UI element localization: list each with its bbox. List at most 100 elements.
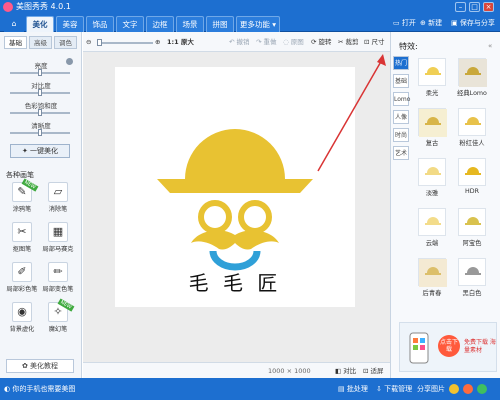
effect-retro[interactable]: 复古 xyxy=(413,108,451,154)
close-button[interactable]: × xyxy=(483,2,494,12)
effect-thumbnail xyxy=(418,108,447,137)
hat-crown xyxy=(185,129,285,179)
subtab-advanced[interactable]: 高级 xyxy=(29,36,52,49)
tutorial-button[interactable]: ✿ 美化教程 xyxy=(6,359,74,373)
zoom-slider[interactable] xyxy=(97,39,153,46)
tab-face[interactable]: 美容 xyxy=(56,16,84,32)
effect-label: 经典Lomo xyxy=(457,90,487,97)
home-icon[interactable]: ⌂ xyxy=(4,16,24,32)
effect-abao[interactable]: 阿宝色 xyxy=(453,208,491,254)
tool-label: 局部马赛克 xyxy=(42,246,74,253)
tutorial-label: 美化教程 xyxy=(30,362,59,370)
contrast-slider[interactable] xyxy=(10,89,70,96)
zoom-in-icon[interactable]: ⊕ xyxy=(155,37,160,47)
tab-collage[interactable]: 拼图 xyxy=(206,16,234,32)
slider-knob[interactable] xyxy=(38,129,42,136)
tool-doodle-pen[interactable]: ✎ 涂鸦笔 NEW xyxy=(6,178,39,218)
category-art[interactable]: 艺术 xyxy=(393,146,409,160)
undo-button[interactable]: ↶ 撤销 xyxy=(229,37,250,47)
category-lomo[interactable]: Lomo xyxy=(393,92,410,106)
phone-tip-link[interactable]: ◐ 你的手机也需要美图 xyxy=(4,384,75,394)
mouth xyxy=(209,250,261,271)
ad-text: 免费下载 海量素材 xyxy=(464,339,496,354)
download-label: 下载管理 xyxy=(384,385,413,393)
new-button[interactable]: ⊕ 新建 xyxy=(420,17,442,29)
category-portrait[interactable]: 人像 xyxy=(393,110,409,124)
redo-label: 重做 xyxy=(263,38,277,46)
effect-soft-light[interactable]: 柔光 xyxy=(413,58,451,104)
category-fashion[interactable]: 时尚 xyxy=(393,128,409,142)
download-manager-button[interactable]: ⇩ 下载管理 xyxy=(376,384,412,394)
effect-black-white[interactable]: 黑白色 xyxy=(453,258,491,304)
tool-eraser-pen[interactable]: ▱ 消除笔 xyxy=(42,182,74,218)
logo-text: 毛 毛 匠 xyxy=(188,271,282,295)
annotation-arrow xyxy=(317,54,386,172)
tool-magic-pen[interactable]: ✧ 魔幻笔 NEW xyxy=(42,298,75,338)
tool-mosaic[interactable]: ▦ 局部马赛克 xyxy=(42,222,74,258)
zoom-out-icon[interactable]: ⊖ xyxy=(86,37,91,47)
tab-scene[interactable]: 场景 xyxy=(176,16,204,32)
tool-cutout-pen[interactable]: ✂ 抠图笔 xyxy=(6,222,38,258)
actual-size-button[interactable]: 1:1 原大 xyxy=(167,37,194,47)
tool-background-blur[interactable]: ◉ 背景虚化 xyxy=(6,302,38,338)
effect-classic-lomo[interactable]: 经典Lomo xyxy=(453,58,491,104)
effect-elegant[interactable]: 淡雅 xyxy=(413,158,451,204)
left-eye xyxy=(198,200,232,234)
tab-frame[interactable]: 边框 xyxy=(146,16,174,32)
effect-pink-lady[interactable]: 粉红佳人 xyxy=(453,108,491,154)
mustache xyxy=(191,230,279,250)
saturation-slider[interactable] xyxy=(10,109,70,116)
subtab-basic[interactable]: 基础 xyxy=(4,36,27,49)
left-panel: 基础 高级 调色 亮度 对比度 色彩饱和度 清晰度 ✦ 一键美化 各种画笔 ✎ 涂… xyxy=(0,32,82,378)
effect-label: 阿宝色 xyxy=(462,240,482,247)
effect-thumbnail xyxy=(418,158,446,186)
magic-wand-icon: ✦ xyxy=(21,147,31,155)
slider-knob[interactable] xyxy=(38,69,42,76)
maximize-button[interactable]: □ xyxy=(469,2,480,12)
redo-button[interactable]: ↷ 重做 xyxy=(256,37,277,47)
effect-thumbnail xyxy=(458,108,486,136)
compare-button[interactable]: ◧ 对比 xyxy=(335,366,356,376)
tab-text[interactable]: 文字 xyxy=(116,16,144,32)
download-ad-banner[interactable]: 点击下载 免费下载 海量素材 xyxy=(399,322,497,372)
effect-label: 复古 xyxy=(425,140,439,147)
fit-screen-button[interactable]: ⊡ 适屏 xyxy=(363,366,384,376)
effect-hdr[interactable]: HDR xyxy=(453,158,491,204)
tab-accessories[interactable]: 饰品 xyxy=(86,16,114,32)
minimize-button[interactable]: – xyxy=(455,2,466,12)
weibo-icon[interactable] xyxy=(463,384,473,394)
one-key-label: 一键美化 xyxy=(30,147,59,155)
sharpness-slider[interactable] xyxy=(10,129,70,136)
save-share-button[interactable]: ▣ 保存与分享 xyxy=(451,17,495,29)
slider-knob[interactable] xyxy=(38,109,42,116)
effect-youth[interactable]: 后青春 xyxy=(413,258,451,304)
effect-thumbnail xyxy=(458,258,486,286)
zoom-knob[interactable] xyxy=(97,39,102,46)
tab-beautify[interactable]: 美化 xyxy=(26,16,54,32)
effect-cloud[interactable]: 云端 xyxy=(413,208,451,254)
tool-label: 魔幻笔 xyxy=(48,326,68,333)
tool-label: 背景虚化 xyxy=(9,326,35,333)
phone-apps-icon xyxy=(409,332,429,364)
effect-thumbnail xyxy=(458,158,486,186)
ad-download-button[interactable]: 点击下载 xyxy=(438,335,460,357)
collapse-icon[interactable]: « xyxy=(488,42,492,50)
category-hot[interactable]: 热门 xyxy=(393,56,409,70)
star-icon[interactable] xyxy=(449,384,459,394)
tool-label: 消除笔 xyxy=(48,206,68,213)
subtab-color[interactable]: 调色 xyxy=(54,36,77,49)
tool-color-pen[interactable]: ✐ 局部彩色笔 xyxy=(6,262,38,298)
batch-button[interactable]: ▤ 批处理 xyxy=(338,384,368,394)
one-key-beautify-button[interactable]: ✦ 一键美化 xyxy=(10,144,70,158)
tool-recolor-pen[interactable]: ✏ 局部变色笔 xyxy=(42,262,74,298)
brightness-slider[interactable] xyxy=(10,69,70,76)
slider-knob[interactable] xyxy=(38,89,42,96)
cutout-pen-icon: ✂ xyxy=(12,222,32,242)
original-button[interactable]: ◌ 原图 xyxy=(283,37,304,47)
share-image-button[interactable]: 分享图片 xyxy=(417,384,445,394)
tab-more[interactable]: 更多功能 ▾ xyxy=(236,16,280,32)
canvas-footer: 1000 × 1000 ◧ 对比 ⊡ 适屏 xyxy=(83,362,390,378)
category-basic[interactable]: 基础 xyxy=(393,74,409,88)
open-button[interactable]: ▭ 打开 xyxy=(393,17,416,29)
refresh-icon[interactable] xyxy=(477,384,487,394)
